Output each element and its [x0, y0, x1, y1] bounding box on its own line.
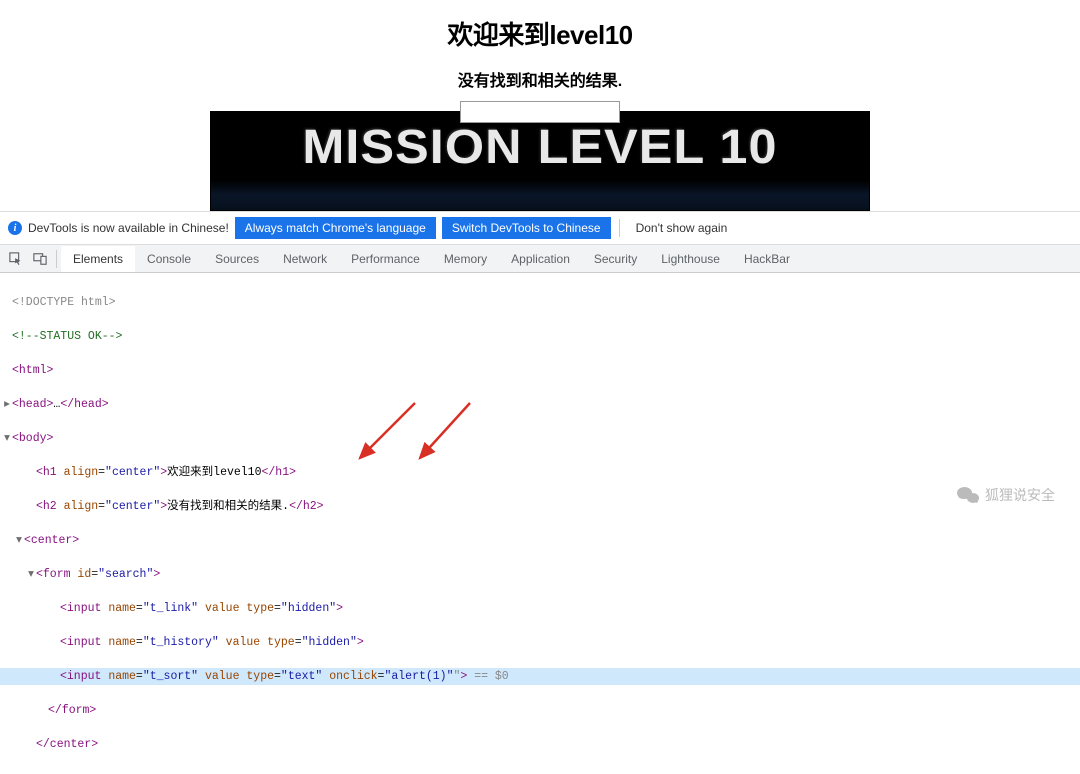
- switch-devtools-language-button[interactable]: Switch DevTools to Chinese: [442, 217, 611, 239]
- dom-node-html[interactable]: <html>: [0, 362, 1080, 379]
- watermark-text: 狐狸说安全: [985, 485, 1055, 505]
- mission-banner: MISSION LEVEL 10: [210, 111, 870, 211]
- devtools-tab-bar: Elements Console Sources Network Perform…: [0, 245, 1080, 273]
- dont-show-again-button[interactable]: Don't show again: [628, 217, 736, 239]
- dom-node-h2[interactable]: <h2 align="center">没有找到和相关的结果.</h2>: [0, 498, 1080, 515]
- notice-text: DevTools is now available in Chinese!: [28, 221, 229, 235]
- dom-node-body[interactable]: ▾<body>: [0, 430, 1080, 447]
- tab-lighthouse[interactable]: Lighthouse: [649, 246, 732, 272]
- page-subheading: 没有找到和相关的结果.: [0, 67, 1080, 91]
- devtools-elements-panel[interactable]: <!DOCTYPE html> <!--STATUS OK--> <html> …: [0, 273, 1080, 774]
- device-toolbar-icon[interactable]: [28, 247, 52, 271]
- dom-node-doctype[interactable]: <!DOCTYPE html>: [0, 294, 1080, 311]
- rendered-page: 欢迎来到level10 没有找到和相关的结果. MISSION LEVEL 10: [0, 0, 1080, 211]
- tab-console[interactable]: Console: [135, 246, 203, 272]
- dom-node-input-t-history[interactable]: <input name="t_history" value type="hidd…: [0, 634, 1080, 651]
- info-icon: i: [8, 221, 22, 235]
- tab-performance[interactable]: Performance: [339, 246, 432, 272]
- dom-node-h1[interactable]: <h1 align="center">欢迎来到level10</h1>: [0, 464, 1080, 481]
- tab-memory[interactable]: Memory: [432, 246, 499, 272]
- banner-text: MISSION LEVEL 10: [210, 120, 870, 175]
- tab-sources[interactable]: Sources: [203, 246, 271, 272]
- devtools-language-notice: i DevTools is now available in Chinese! …: [0, 211, 1080, 245]
- dom-node-comment[interactable]: <!--STATUS OK-->: [0, 328, 1080, 345]
- dom-node-center-close[interactable]: </center>: [0, 736, 1080, 753]
- dom-node-head[interactable]: ▸<head>…</head>: [0, 396, 1080, 413]
- wechat-watermark: 狐狸说安全: [957, 485, 1055, 505]
- tab-security[interactable]: Security: [582, 246, 649, 272]
- dom-node-input-t-link[interactable]: <input name="t_link" value type="hidden"…: [0, 600, 1080, 617]
- dom-node-form-close[interactable]: </form>: [0, 702, 1080, 719]
- dom-node-input-t-sort-selected[interactable]: <input name="t_sort" value type="text" o…: [0, 668, 1080, 685]
- page-heading: 欢迎来到level10: [0, 15, 1080, 52]
- dom-node-form[interactable]: ▾<form id="search">: [0, 566, 1080, 583]
- tab-hackbar[interactable]: HackBar: [732, 246, 802, 272]
- tab-application[interactable]: Application: [499, 246, 582, 272]
- wechat-icon: [957, 485, 979, 505]
- text-input[interactable]: [460, 101, 620, 123]
- inspect-element-icon[interactable]: [4, 247, 28, 271]
- tab-network[interactable]: Network: [271, 246, 339, 272]
- tab-elements[interactable]: Elements: [61, 246, 135, 272]
- always-match-language-button[interactable]: Always match Chrome's language: [235, 217, 436, 239]
- dom-node-center[interactable]: ▾<center>: [0, 532, 1080, 549]
